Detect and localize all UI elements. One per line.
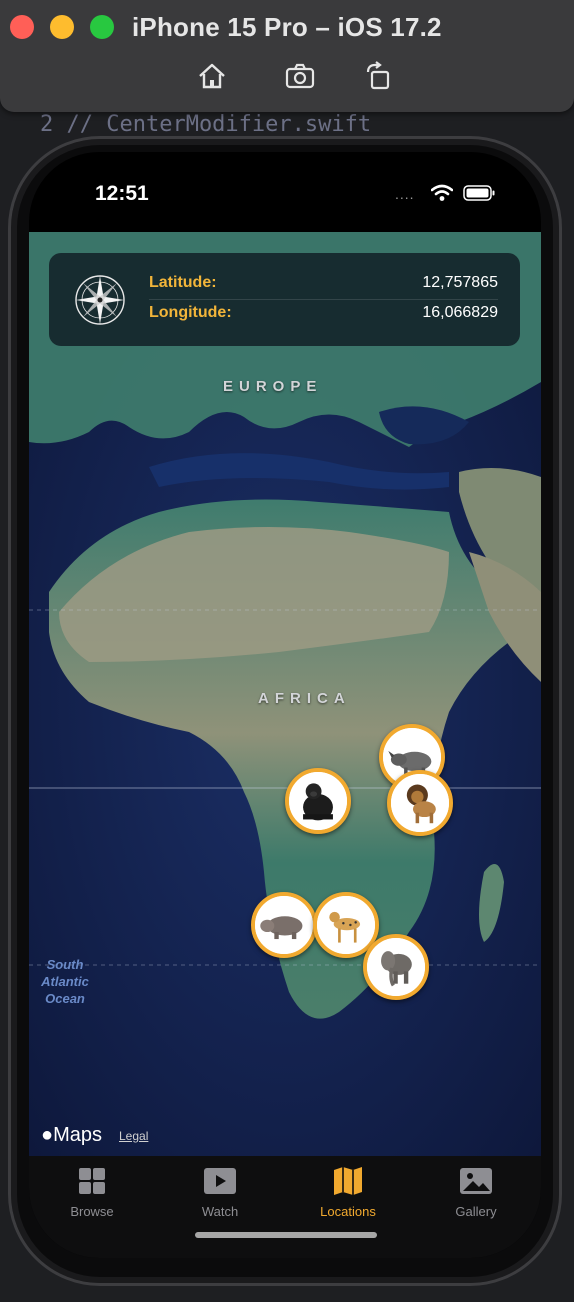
- tab-watch-label: Watch: [201, 1204, 239, 1219]
- gorilla-icon: [289, 772, 347, 830]
- ocean-label-line2: Atlantic: [41, 974, 89, 989]
- hippo-icon: [255, 896, 313, 954]
- tab-gallery[interactable]: Gallery: [421, 1166, 531, 1219]
- zoom-window-button[interactable]: [90, 15, 114, 39]
- tab-browse-label: Browse: [70, 1204, 114, 1219]
- cellular-signal-icon: ....: [395, 186, 415, 202]
- coordinates-divider: [149, 299, 498, 300]
- lion-pin[interactable]: [387, 770, 453, 836]
- tab-bar: Browse Watch Locations Gallery: [29, 1156, 541, 1258]
- lion-icon: [391, 774, 449, 832]
- home-icon[interactable]: [196, 60, 228, 92]
- simulator-toolbar: iPhone 15 Pro – iOS 17.2: [0, 0, 574, 112]
- latitude-row: Latitude: 12,757865: [149, 271, 498, 297]
- simulator-title: iPhone 15 Pro – iOS 17.2: [132, 12, 442, 42]
- elephant-icon: [367, 938, 425, 996]
- status-time: 12:51: [95, 182, 149, 205]
- coordinates-panel: Latitude: 12,757865 Longitude: 16,066829: [49, 253, 520, 346]
- rotate-icon[interactable]: [362, 60, 394, 92]
- wifi-icon: [431, 184, 453, 201]
- tab-gallery-label: Gallery: [455, 1204, 497, 1219]
- europe-label: EUROPE: [223, 378, 323, 395]
- ocean-label-line3: Ocean: [45, 991, 85, 1006]
- apple-maps-logo: ●Maps: [41, 1124, 102, 1147]
- legal-link[interactable]: Legal: [119, 1129, 148, 1143]
- photo-icon: [460, 1168, 492, 1194]
- home-indicator: [195, 1232, 377, 1238]
- minimize-window-button[interactable]: [50, 15, 74, 39]
- screenshot-icon[interactable]: [284, 60, 316, 92]
- device-screen: 12:51 .... Latitude: 12,757865 Longitude…: [29, 152, 541, 1258]
- longitude-row: Longitude: 16,066829: [149, 301, 498, 327]
- apple-logo-icon: ●: [41, 1124, 54, 1146]
- longitude-label: Longitude:: [149, 304, 232, 321]
- editor-code-line: 2 // CenterModifier.swift: [40, 112, 372, 137]
- elephant-pin[interactable]: [363, 934, 429, 1000]
- latitude-value: 12,757865: [422, 274, 498, 291]
- play-icon: [204, 1168, 236, 1194]
- latitude-label: Latitude:: [149, 274, 217, 291]
- compass-icon: [75, 275, 125, 325]
- map-icon: [334, 1167, 362, 1195]
- battery-icon: [463, 185, 495, 201]
- maps-attribution: Maps: [53, 1124, 102, 1146]
- hippo-pin[interactable]: [251, 892, 317, 958]
- tab-browse[interactable]: Browse: [37, 1166, 147, 1219]
- ocean-label-line1: South: [46, 957, 84, 972]
- tab-locations[interactable]: Locations: [293, 1166, 403, 1219]
- grid-icon: [79, 1168, 105, 1194]
- map-view[interactable]: Latitude: 12,757865 Longitude: 16,066829…: [29, 232, 541, 1156]
- cheetah-icon: [317, 896, 375, 954]
- africa-label: AFRICA: [258, 690, 351, 707]
- ocean-label: South Atlantic Ocean: [31, 956, 99, 1007]
- close-window-button[interactable]: [10, 15, 34, 39]
- tab-locations-label: Locations: [320, 1204, 376, 1219]
- tab-watch[interactable]: Watch: [165, 1166, 275, 1219]
- gorilla-pin[interactable]: [285, 768, 351, 834]
- longitude-value: 16,066829: [422, 304, 498, 321]
